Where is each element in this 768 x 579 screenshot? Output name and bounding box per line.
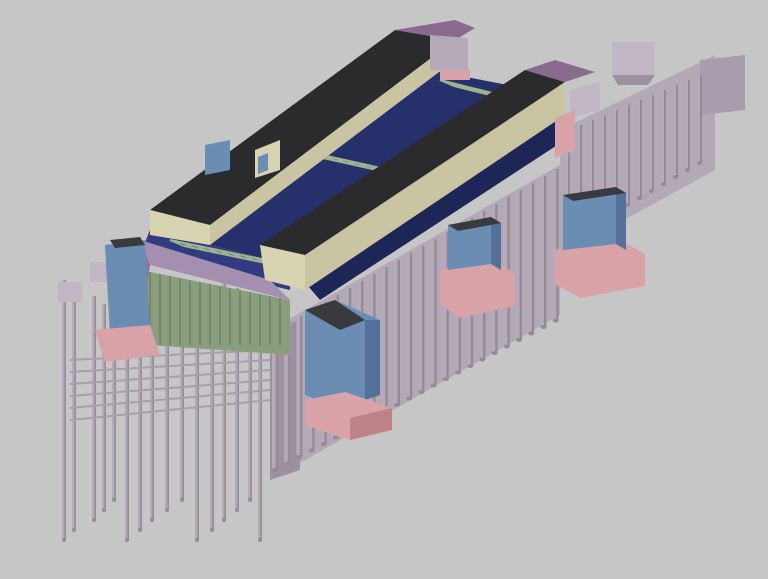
pile-base xyxy=(649,189,654,193)
pile-base xyxy=(455,370,461,375)
pile-base xyxy=(112,498,116,502)
pile-shade xyxy=(64,280,66,540)
pile-base xyxy=(235,508,239,512)
pile-base xyxy=(673,175,678,179)
pile-shade xyxy=(556,169,559,321)
pile-base xyxy=(467,364,474,368)
pile-base xyxy=(62,538,66,542)
pile-base xyxy=(125,538,129,542)
pile-base xyxy=(138,528,142,532)
pile-base xyxy=(320,442,327,446)
pile-base xyxy=(418,390,425,394)
pile-shade xyxy=(422,246,425,392)
tower-side xyxy=(616,187,626,250)
pile-shade xyxy=(628,105,630,205)
pile-shade xyxy=(652,95,654,191)
pile-base xyxy=(92,518,96,522)
structural-model-3d-view xyxy=(0,0,768,579)
pile-base xyxy=(661,182,666,186)
pile-shade xyxy=(434,239,437,386)
pile-shade xyxy=(688,80,690,170)
pile-base xyxy=(308,448,315,453)
pile-shade xyxy=(385,267,388,412)
pile-base xyxy=(685,168,690,172)
pile-shade xyxy=(300,316,303,457)
pile-base xyxy=(479,357,486,362)
pile-cap-block xyxy=(58,282,82,302)
pile-base xyxy=(442,377,449,381)
pile-base xyxy=(528,331,535,336)
pile-shade xyxy=(700,75,702,163)
pile-base xyxy=(222,518,226,522)
pile-base xyxy=(165,508,169,512)
pile-shade xyxy=(74,288,76,530)
tower-side xyxy=(491,217,501,270)
model-viewport[interactable] xyxy=(0,0,768,579)
pile-base xyxy=(210,528,214,532)
pile-base xyxy=(296,455,303,459)
pile-base xyxy=(258,538,262,542)
pile-base xyxy=(516,338,522,342)
pile-shade xyxy=(640,100,642,198)
pile-shade xyxy=(397,260,400,405)
pile-base xyxy=(394,403,400,407)
pile-base xyxy=(248,498,252,502)
pile-base xyxy=(697,161,702,165)
pile-shade xyxy=(676,85,678,177)
pile-base xyxy=(72,528,76,532)
pile-shade xyxy=(94,296,96,520)
pile-base xyxy=(180,498,184,502)
pile-base xyxy=(284,461,291,466)
pile-shade xyxy=(519,190,522,340)
pile-base xyxy=(637,196,642,200)
pile-base xyxy=(333,435,339,440)
entrance-block-front xyxy=(305,300,392,440)
pile-shade xyxy=(409,253,413,399)
pile-base xyxy=(150,518,154,522)
pile-base xyxy=(195,538,199,542)
pile-base xyxy=(540,325,547,329)
pile-shade xyxy=(544,176,547,327)
pile-shade xyxy=(531,183,535,334)
pile-base xyxy=(430,383,437,388)
pile-base xyxy=(102,508,106,512)
pile-shade xyxy=(664,90,666,184)
pile-base xyxy=(406,396,413,401)
pile-base xyxy=(272,468,278,472)
pile-base xyxy=(491,351,498,355)
pile-base xyxy=(552,318,559,323)
pile-base xyxy=(503,344,510,349)
